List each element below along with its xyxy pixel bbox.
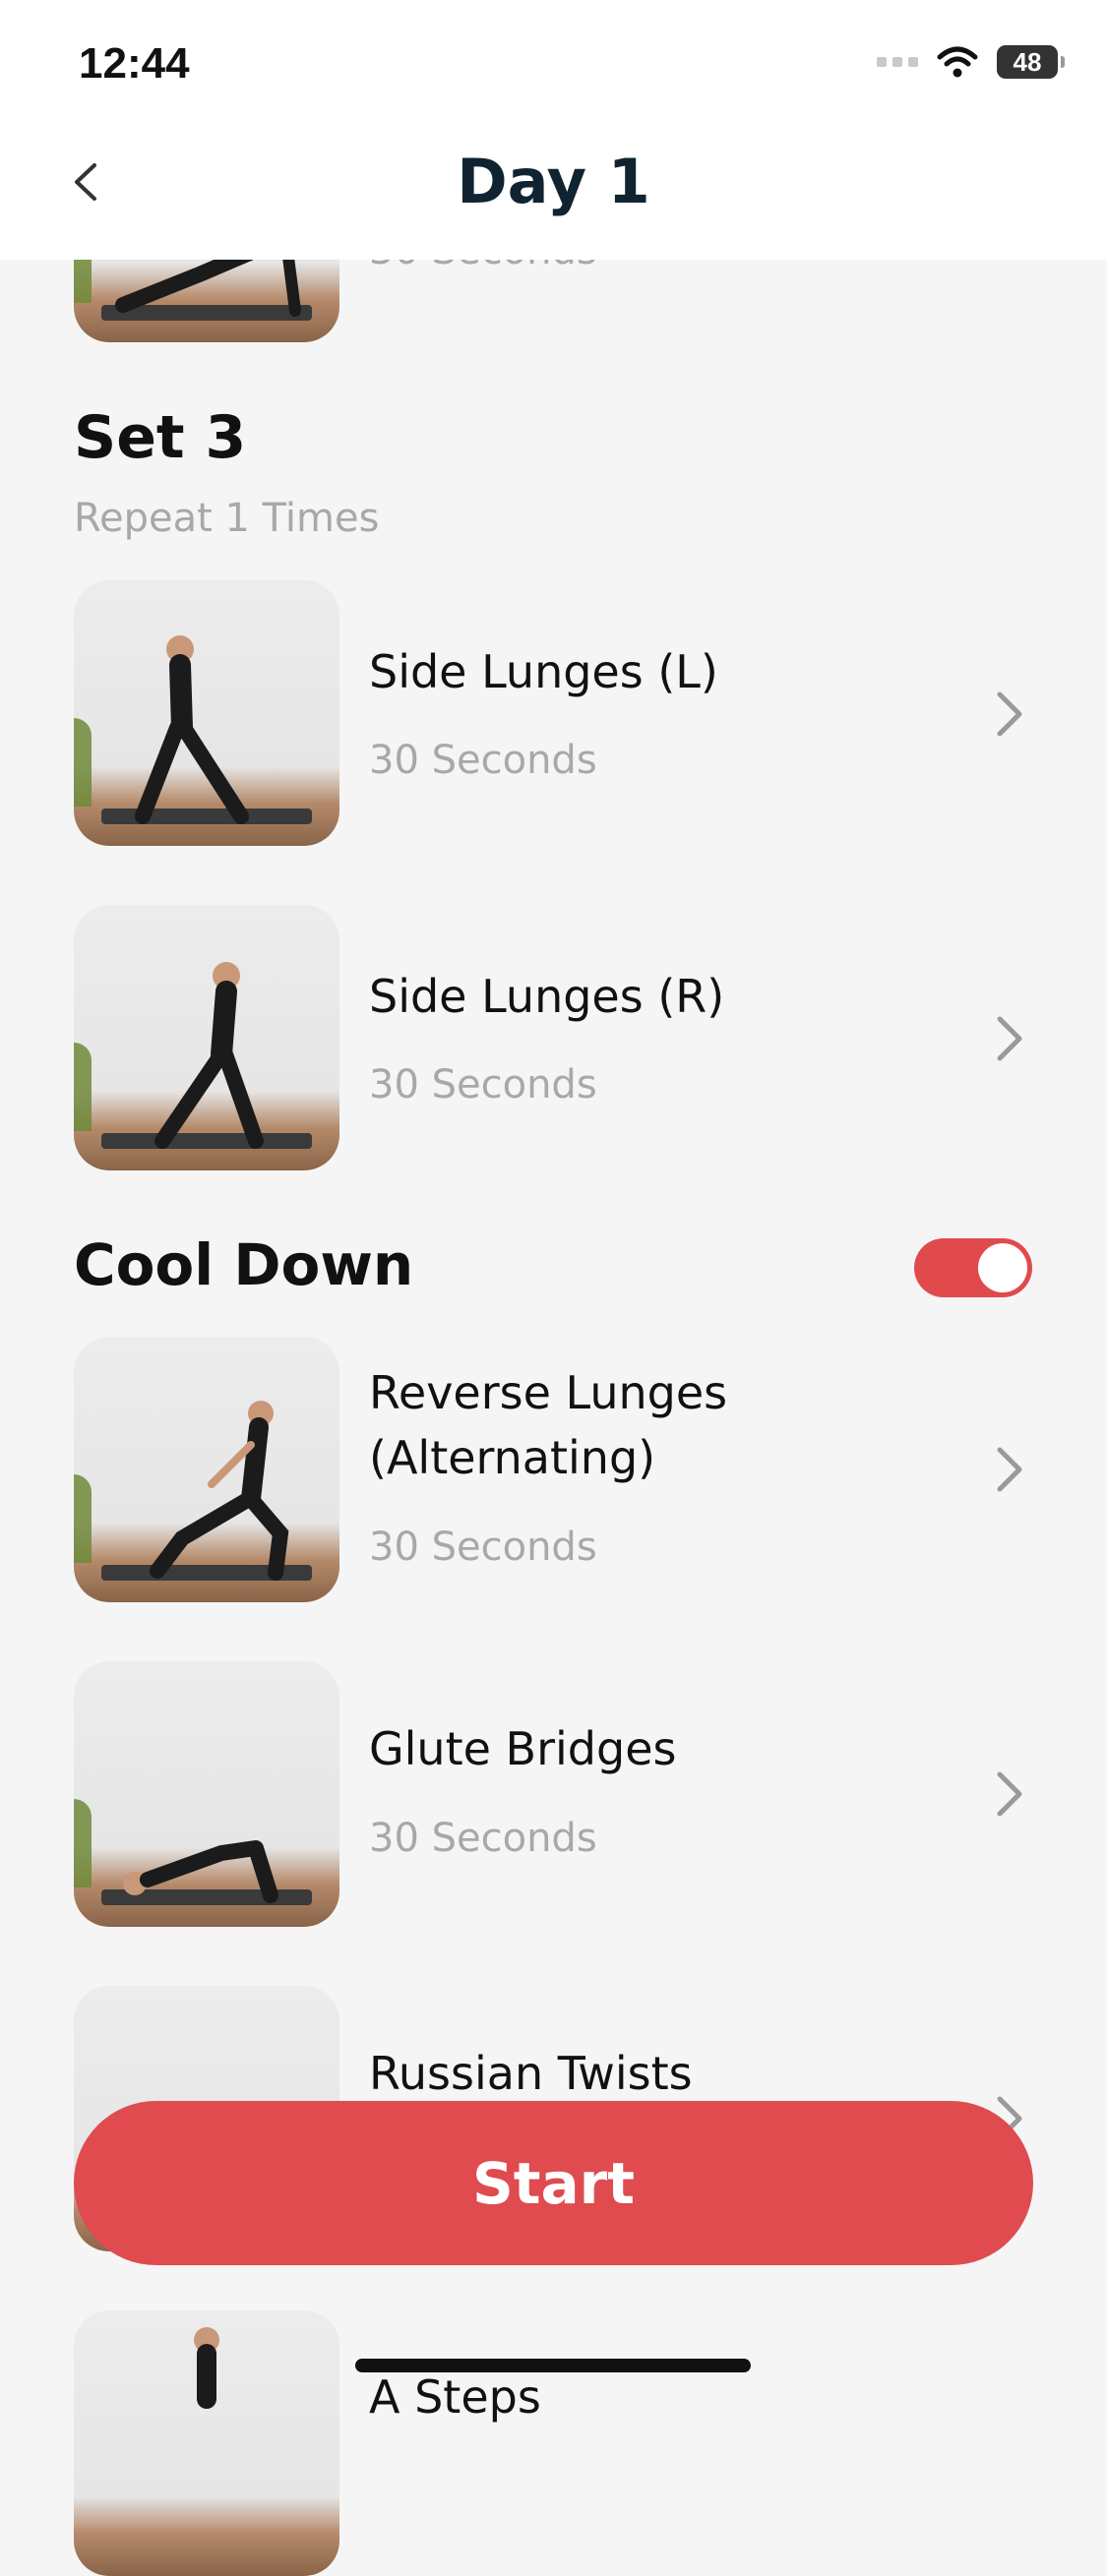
chevron-right-icon bbox=[997, 1447, 1022, 1492]
wifi-icon bbox=[936, 45, 979, 79]
exercise-duration: 30 Seconds bbox=[369, 1525, 597, 1570]
chevron-right-icon bbox=[997, 691, 1022, 737]
exercise-name: A Steps bbox=[369, 2370, 541, 2424]
chevron-right-icon bbox=[997, 1016, 1022, 1061]
exercise-name: Glute Bridges bbox=[369, 1722, 677, 1775]
status-icons: 48 bbox=[877, 45, 1065, 79]
side-lunge-figure-icon bbox=[154, 962, 264, 1149]
exercise-duration: 30 Seconds bbox=[369, 738, 597, 783]
section-title: Cool Down bbox=[74, 1231, 414, 1298]
cellular-signal-icon bbox=[877, 57, 918, 67]
exercise-list: 30 Seconds Set 3 Repeat 1 Times Side Lun… bbox=[0, 0, 1107, 2576]
top-bar: 12:44 48 Day 1 bbox=[0, 0, 1107, 260]
a-steps-figure-icon bbox=[194, 2327, 219, 2409]
status-time: 12:44 bbox=[79, 39, 190, 88]
cooldown-toggle[interactable] bbox=[914, 1238, 1032, 1297]
toggle-knob bbox=[978, 1243, 1027, 1292]
glute-bridge-figure-icon bbox=[123, 1840, 278, 1903]
exercise-duration: 30 Seconds bbox=[369, 1816, 597, 1861]
reverse-lunge-figure-icon bbox=[150, 1401, 289, 1581]
exercise-thumbnail bbox=[74, 1337, 339, 1602]
home-indicator bbox=[355, 2359, 751, 2372]
exercise-thumbnail bbox=[74, 2310, 339, 2576]
exercise-duration: 30 Seconds bbox=[369, 1062, 597, 1108]
side-lunge-figure-icon bbox=[135, 635, 249, 824]
set-repeat-text: Repeat 1 Times bbox=[74, 496, 380, 541]
chevron-right-icon bbox=[997, 1771, 1022, 1817]
exercise-name: Side Lunges (L) bbox=[369, 645, 718, 698]
exercise-name-line1: Reverse Lunges bbox=[369, 1366, 728, 1419]
page-title: Day 1 bbox=[457, 146, 650, 217]
start-button[interactable]: Start bbox=[74, 2101, 1033, 2265]
battery-icon: 48 bbox=[997, 45, 1065, 79]
exercise-name: Russian Twists bbox=[369, 2047, 693, 2100]
exercise-thumbnail bbox=[74, 580, 339, 846]
exercise-thumbnail bbox=[74, 1661, 339, 1927]
set-title: Set 3 bbox=[74, 403, 247, 472]
exercise-name-line2: (Alternating) bbox=[369, 1431, 656, 1484]
exercise-name: Side Lunges (R) bbox=[369, 970, 725, 1023]
exercise-thumbnail bbox=[74, 905, 339, 1170]
